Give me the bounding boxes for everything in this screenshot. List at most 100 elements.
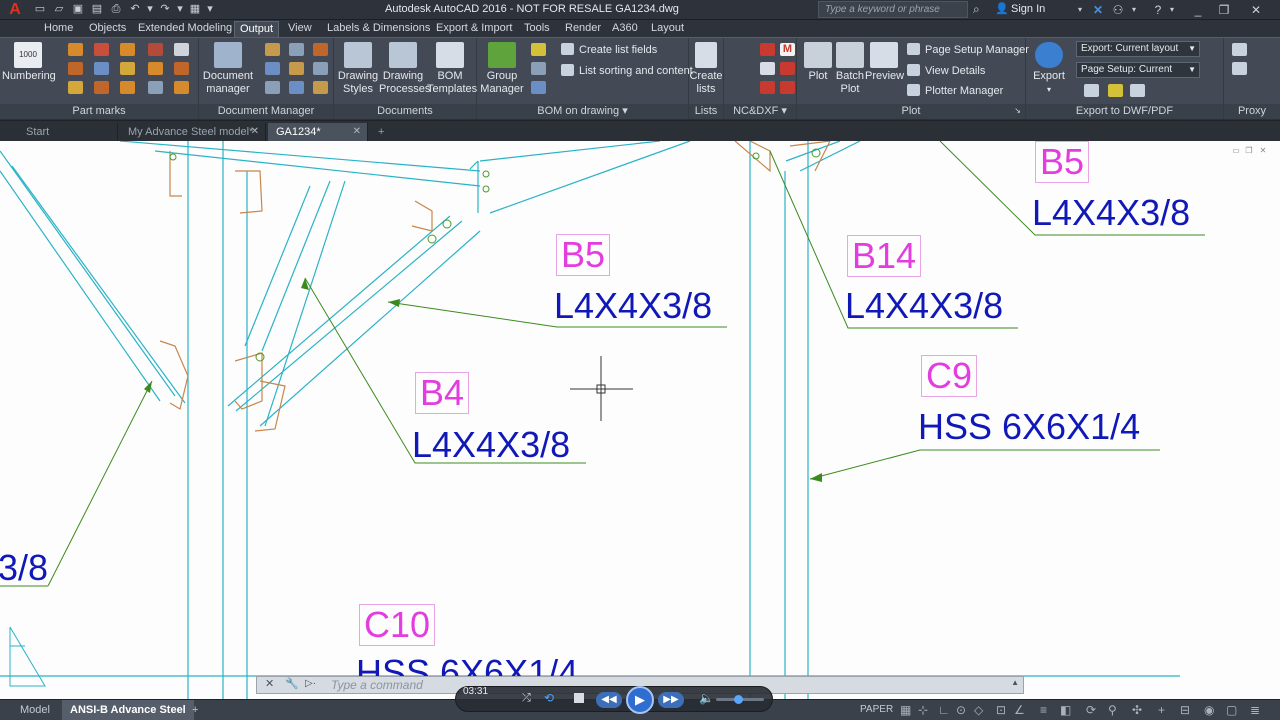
sign-in-dropdown-icon[interactable]: ▾ <box>1072 2 1088 18</box>
nc-tool-icon[interactable] <box>780 62 795 75</box>
viewport-restore-icon[interactable]: ❐ <box>1244 147 1254 156</box>
tab-layout[interactable]: Layout <box>646 21 689 37</box>
mark-tool-icon[interactable] <box>174 62 189 75</box>
export-tool-icon[interactable] <box>1108 84 1123 97</box>
drawing-styles-button[interactable]: Drawing Styles <box>336 42 380 96</box>
file-tab-advance-steel-model[interactable]: My Advance Steel model* ✕ <box>120 123 266 141</box>
doc-tool-icon[interactable] <box>313 62 328 75</box>
redo-dropdown-icon[interactable]: ▾ <box>176 2 184 17</box>
shuffle-icon[interactable]: ⤮ <box>522 692 531 705</box>
mark-tool-icon[interactable] <box>120 81 135 94</box>
layout-tab-ansi-b[interactable]: ANSI-B Advance Steel <box>62 700 194 720</box>
tab-tools[interactable]: Tools <box>519 21 555 37</box>
search-icon[interactable]: ⌕ <box>973 2 989 18</box>
mark-tool-icon[interactable] <box>148 81 163 94</box>
section-label[interactable]: HSS 6X6X1/4 <box>918 407 1140 447</box>
file-tab-ga1234[interactable]: GA1234* ✕ <box>268 123 368 141</box>
otrack-icon[interactable]: ∠ <box>1014 703 1025 717</box>
section-label[interactable]: L4X4X3/8 <box>1032 193 1190 233</box>
doc-tool-icon[interactable] <box>289 43 304 56</box>
mark-tool-icon[interactable] <box>68 62 83 75</box>
drawing-canvas[interactable]: ▭ ❐ ✕ B5 L4X4X3/8 B5 L4X4X3/8 B14 L4X4X3… <box>0 141 1280 699</box>
command-input[interactable]: Type a command <box>331 678 423 692</box>
new-file-icon[interactable]: ▭ <box>32 2 48 17</box>
snap-icon[interactable]: ⊹ <box>918 703 928 717</box>
tab-output[interactable]: Output <box>234 21 280 37</box>
panel-title-plot[interactable]: Plot ↘ <box>797 104 1025 119</box>
grid-icon[interactable]: ▦ <box>900 703 911 717</box>
polar-icon[interactable]: ⊙ <box>956 703 966 717</box>
tab-view[interactable]: View <box>283 21 317 37</box>
annotation-monitor-icon[interactable]: + <box>1158 703 1165 717</box>
preview-button[interactable]: Preview <box>865 42 904 83</box>
sign-in-button[interactable]: Sign In <box>1011 3 1045 15</box>
part-mark-label[interactable]: B4 <box>415 372 470 414</box>
autocad-logo-icon[interactable]: A <box>2 1 28 19</box>
create-list-fields-button[interactable]: Create list fields <box>561 42 657 58</box>
view-details-button[interactable]: View Details <box>907 63 985 79</box>
part-mark-label[interactable]: B14 <box>847 235 922 277</box>
play-button[interactable]: ▶ <box>626 686 654 714</box>
workspace-icon[interactable]: ▦ <box>187 2 203 17</box>
volume-icon[interactable]: 🔈 <box>699 691 714 705</box>
proxy-tool-icon[interactable] <box>1232 62 1247 75</box>
bom-tool-icon[interactable] <box>531 62 546 75</box>
batch-plot-button[interactable]: Batch Plot <box>833 42 867 96</box>
page-setup-select[interactable]: Page Setup: Current ▼ <box>1076 62 1200 78</box>
doc-tool-icon[interactable] <box>265 43 280 56</box>
tab-home[interactable]: Home <box>39 21 78 37</box>
annotation-icon[interactable]: ⚲ <box>1108 703 1117 717</box>
chevron-up-icon[interactable]: ▲ <box>1011 678 1019 687</box>
tab-export-import[interactable]: Export & Import <box>431 21 517 37</box>
nc-tool-icon[interactable] <box>780 81 795 94</box>
section-label-partial[interactable]: 3/8 <box>0 548 48 588</box>
tab-a360[interactable]: A360 <box>607 21 643 37</box>
export-layout-select[interactable]: Export: Current layout ▼ <box>1076 41 1200 57</box>
plot-button[interactable]: Plot <box>801 42 835 83</box>
a360-icon[interactable]: ⚇ <box>1110 2 1126 18</box>
new-tab-button[interactable]: + <box>372 123 396 141</box>
mark-tool-icon[interactable] <box>94 62 109 75</box>
bom-tool-icon[interactable] <box>531 81 546 94</box>
add-layout-button[interactable]: + <box>184 700 206 720</box>
section-label[interactable]: L4X4X3/8 <box>412 425 570 465</box>
save-as-icon[interactable]: ▤ <box>89 2 105 17</box>
volume-slider[interactable] <box>716 695 764 704</box>
isolate-objects-icon[interactable]: ◉ <box>1204 703 1214 717</box>
minimize-icon[interactable]: _ <box>1190 2 1206 18</box>
units-icon[interactable]: ⊟ <box>1180 703 1190 717</box>
a360-dropdown-icon[interactable]: ▾ <box>1126 2 1142 18</box>
next-button[interactable]: ▶▶ <box>658 692 684 708</box>
mark-tool-icon[interactable] <box>94 43 109 56</box>
mark-tool-icon[interactable] <box>148 62 163 75</box>
bom-templates-button[interactable]: BOM Templates <box>427 42 477 96</box>
customize-icon[interactable]: 🔧 <box>285 677 299 690</box>
nc-tool-icon[interactable] <box>760 81 775 94</box>
qat-customize-icon[interactable]: ▾ <box>206 2 214 17</box>
export-button[interactable]: Export ▾ <box>1030 42 1068 96</box>
ortho-icon[interactable]: ∟ <box>938 703 950 717</box>
drawing-processes-button[interactable]: Drawing Processes <box>379 42 430 96</box>
panel-launcher-icon[interactable]: ↘ <box>1014 104 1021 118</box>
part-mark-label[interactable]: B5 <box>556 234 611 276</box>
doc-tool-icon[interactable] <box>313 43 328 56</box>
prompt-icon[interactable]: ▷· <box>305 678 316 689</box>
proxy-tool-icon[interactable] <box>1232 43 1247 56</box>
tab-objects[interactable]: Objects <box>84 21 131 37</box>
part-mark-label[interactable]: C9 <box>921 355 978 397</box>
part-mark-label[interactable]: B5 <box>1035 141 1090 183</box>
nc-tool-icon[interactable] <box>760 43 775 56</box>
volume-slider-knob[interactable] <box>734 695 743 704</box>
export-tool-icon[interactable] <box>1130 84 1145 97</box>
dxf-tool-icon[interactable] <box>760 62 775 75</box>
mark-tool-icon[interactable] <box>120 62 135 75</box>
create-lists-button[interactable]: Create lists <box>689 42 723 96</box>
mark-tool-icon[interactable] <box>120 43 135 56</box>
customization-icon[interactable]: ≣ <box>1250 703 1260 717</box>
file-tab-start[interactable]: Start <box>18 123 118 141</box>
isodraft-icon[interactable]: ◇ <box>974 703 983 717</box>
close-icon[interactable]: ✕ <box>265 677 274 690</box>
workspace-switch-icon[interactable]: ✣ <box>1132 703 1142 717</box>
plotter-manager-button[interactable]: Plotter Manager <box>907 83 1003 99</box>
stop-button[interactable] <box>574 693 584 703</box>
